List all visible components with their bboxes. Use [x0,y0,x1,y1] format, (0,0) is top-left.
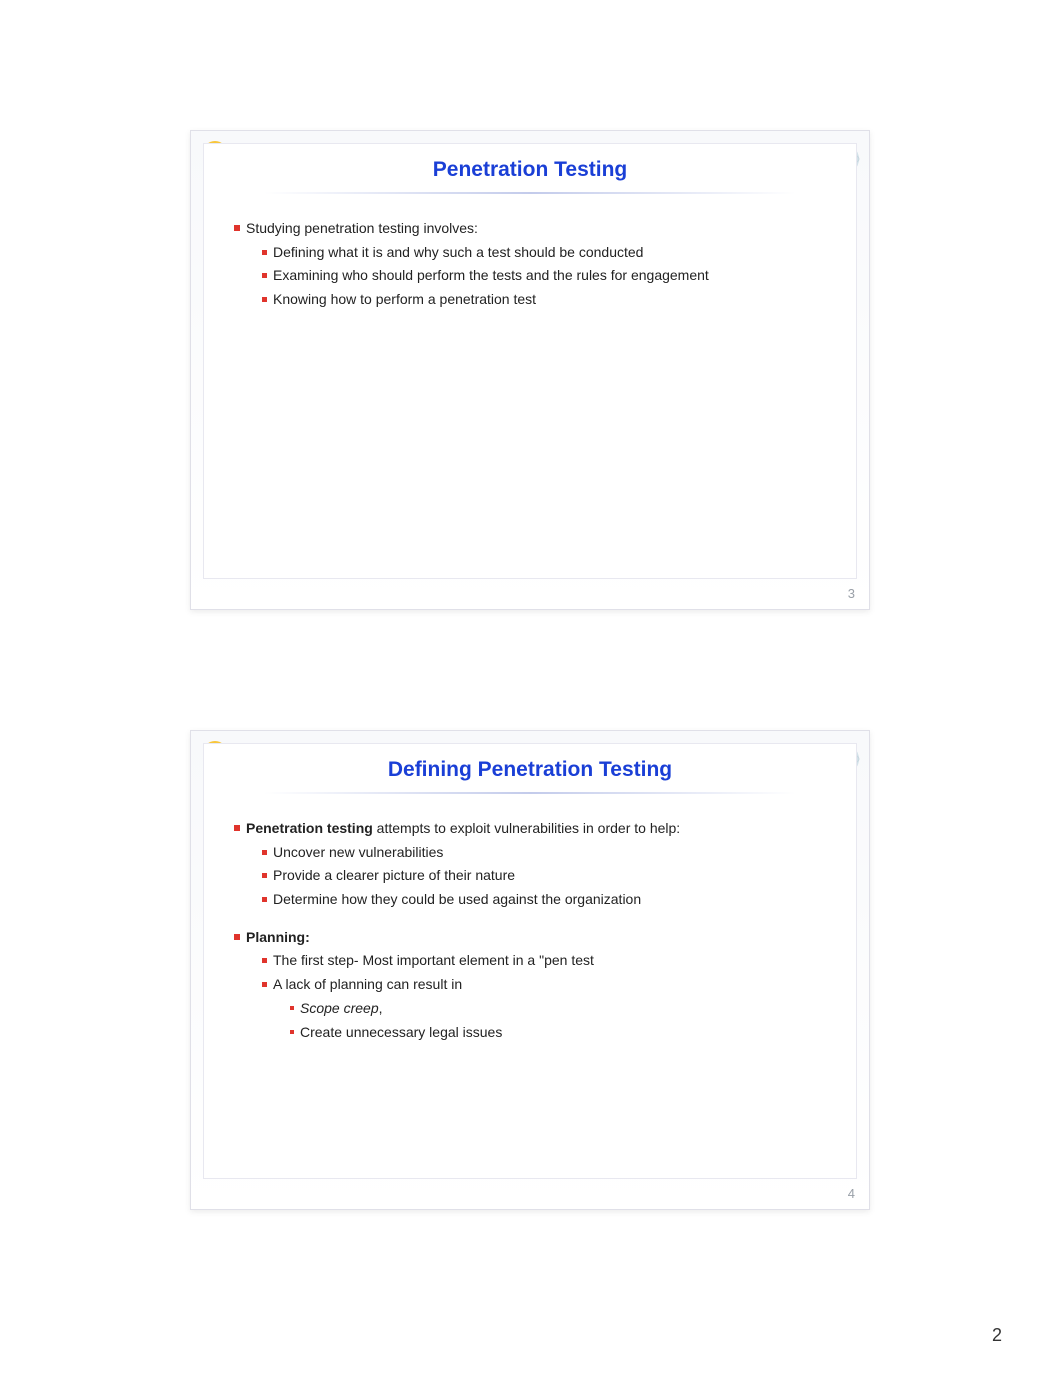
slide-3: Penetration Testing Studying penetration… [190,130,870,610]
bullet-text: Provide a clearer picture of their natur… [273,865,826,887]
bullet-level-3: Scope creep, [234,998,826,1020]
intro-rest: attempts to exploit vulnerabilities in o… [373,820,680,836]
bullet-square-icon [262,982,267,987]
italic-text: Scope creep [300,1000,379,1016]
bullet-text: Defining what it is and why such a test … [273,242,826,264]
bullet-square-icon [234,225,240,231]
bullet-level-2: Knowing how to perform a penetration tes… [234,289,826,311]
slide-title-bar: Penetration Testing [204,144,856,202]
slide-inner: Penetration Testing Studying penetration… [203,143,857,579]
bullet-square-icon [290,1030,294,1034]
bullet-square-icon [262,873,267,878]
bullet-square-icon [290,1006,294,1010]
slide-title: Penetration Testing [204,158,856,182]
bullet-level-2: Uncover new vulnerabilities [234,842,826,864]
bold-text: Penetration testing [246,820,373,836]
bullet-square-icon [262,850,267,855]
bullet-square-icon [262,297,267,302]
bullet-text: Create unnecessary legal issues [300,1022,826,1044]
bullet-text: Scope creep, [300,998,826,1020]
bullet-text: Studying penetration testing involves: [246,218,826,240]
slide-number: 4 [848,1186,855,1201]
bullet-text: Penetration testing attempts to exploit … [246,818,826,840]
slide-4: Defining Penetration Testing Penetration… [190,730,870,1210]
bullet-level-1: Studying penetration testing involves: [234,218,826,240]
slide-content: Penetration testing attempts to exploit … [204,802,856,1053]
bullet-text: Determine how they could be used against… [273,889,826,911]
spacer [234,911,826,925]
slide-title: Defining Penetration Testing [204,758,856,782]
bullet-level-2: Determine how they could be used against… [234,889,826,911]
bullet-level-1: Planning: [234,927,826,949]
bullet-text: A lack of planning can result in [273,974,826,996]
slide-inner: Defining Penetration Testing Penetration… [203,743,857,1179]
bullet-text: The first step- Most important element i… [273,950,826,972]
title-underline [264,792,796,794]
bullet-level-2: Examining who should perform the tests a… [234,265,826,287]
bullet-level-3: Create unnecessary legal issues [234,1022,826,1044]
title-underline [264,192,796,194]
comma: , [379,1000,383,1016]
bullet-level-1: Penetration testing attempts to exploit … [234,818,826,840]
bullet-text: Examining who should perform the tests a… [273,265,826,287]
bullet-level-2: Defining what it is and why such a test … [234,242,826,264]
bullet-square-icon [262,958,267,963]
bullet-square-icon [262,897,267,902]
slide-title-bar: Defining Penetration Testing [204,744,856,802]
bullet-level-2: Provide a clearer picture of their natur… [234,865,826,887]
bullet-square-icon [234,825,240,831]
bullet-text: Uncover new vulnerabilities [273,842,826,864]
bullet-square-icon [234,934,240,940]
slide-number: 3 [848,586,855,601]
slide-content: Studying penetration testing involves: D… [204,202,856,321]
bullet-level-2: A lack of planning can result in [234,974,826,996]
bullet-text: Knowing how to perform a penetration tes… [273,289,826,311]
document-page: Penetration Testing Studying penetration… [0,0,1062,1376]
bullet-square-icon [262,250,267,255]
page-number: 2 [992,1325,1002,1346]
bullet-square-icon [262,273,267,278]
bullet-text: Planning: [246,927,826,949]
bullet-level-2: The first step- Most important element i… [234,950,826,972]
